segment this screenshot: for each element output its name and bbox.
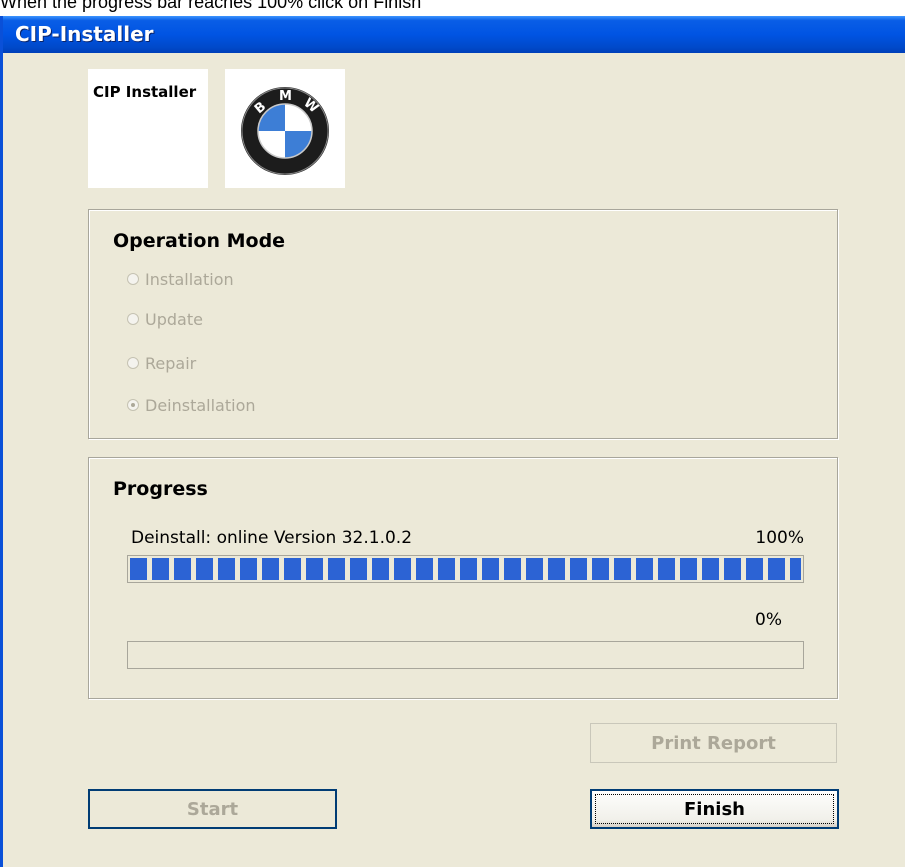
radio-label: Deinstallation (145, 395, 256, 415)
start-button[interactable]: Start (88, 789, 337, 829)
instruction-text: When the progress bar reaches 100% click… (0, 0, 422, 12)
cip-installer-logo: CIP Installer (88, 69, 208, 188)
progress-group: Progress Deinstall: online Version 32.1.… (88, 457, 838, 699)
bmw-logo: B M W (225, 69, 345, 188)
task-progress-label: Deinstall: online Version 32.1.0.2 (131, 528, 413, 548)
progress-title: Progress (113, 478, 208, 500)
radio-label: Repair (145, 353, 197, 373)
overall-progress-percent: 0% (755, 610, 782, 630)
logo-text: CIP Installer (93, 83, 197, 101)
bmw-roundel-icon: B M W (241, 87, 329, 175)
print-report-button[interactable]: Print Report (590, 723, 837, 763)
task-progress-bar (127, 555, 804, 583)
radio-repair[interactable]: Repair (127, 352, 196, 374)
radio-deinstallation[interactable]: Deinstallation (127, 394, 256, 416)
radio-label: Update (145, 309, 203, 329)
operation-mode-title: Operation Mode (113, 230, 286, 252)
overall-progress-bar (127, 641, 804, 669)
radio-circle-icon (127, 273, 139, 285)
radio-update[interactable]: Update (127, 308, 203, 330)
focus-rectangle (595, 794, 834, 824)
task-progress-percent: 100% (755, 528, 804, 548)
radio-circle-icon (127, 313, 139, 325)
installer-window: CIP-Installer CIP Installer B M W Operat… (0, 16, 905, 867)
finish-button[interactable]: Finish (590, 789, 839, 829)
operation-mode-group: Operation Mode Installation Update Repai… (88, 209, 838, 439)
window-title[interactable]: CIP-Installer (3, 16, 905, 53)
task-progress-fill (130, 558, 801, 580)
radio-installation[interactable]: Installation (127, 268, 234, 290)
radio-circle-icon (127, 357, 139, 369)
radio-label: Installation (145, 269, 234, 289)
radio-checked-icon (127, 399, 139, 411)
bmw-letter-m: M (279, 89, 292, 104)
